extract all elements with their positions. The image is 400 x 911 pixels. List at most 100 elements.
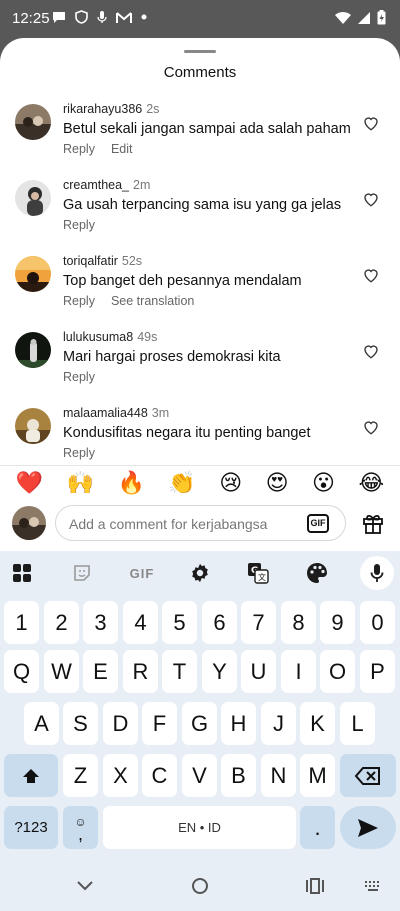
- emoji-comma-key[interactable]: ☺ ,: [63, 806, 98, 849]
- emoji-raised-hands[interactable]: 🙌: [67, 470, 94, 496]
- key-s[interactable]: S: [63, 702, 98, 745]
- key-i[interactable]: I: [281, 650, 316, 693]
- heart-icon[interactable]: [362, 418, 380, 436]
- key-c[interactable]: C: [142, 754, 177, 797]
- key-z[interactable]: Z: [63, 754, 98, 797]
- key-o[interactable]: O: [320, 650, 355, 693]
- avatar[interactable]: [15, 104, 51, 140]
- keyboard-gif-button[interactable]: GIF: [128, 561, 156, 585]
- translate-icon[interactable]: G文: [246, 561, 270, 585]
- settings-gear-icon[interactable]: [188, 561, 212, 585]
- voice-input-mic-button[interactable]: [360, 556, 394, 590]
- key-2[interactable]: 2: [44, 601, 79, 644]
- status-bar: 12:25: [0, 0, 400, 38]
- see-translation-link[interactable]: See translation: [111, 294, 194, 308]
- status-time: 12:25: [12, 10, 50, 27]
- mic-status-icon: [97, 11, 107, 23]
- key-e[interactable]: E: [83, 650, 118, 693]
- sticker-icon[interactable]: [70, 561, 94, 585]
- apps-grid-icon[interactable]: [10, 561, 34, 585]
- comment-username[interactable]: toriqalfatir 52s: [63, 254, 142, 268]
- backspace-icon: [355, 766, 380, 785]
- key-l[interactable]: L: [340, 702, 375, 745]
- reply-button[interactable]: Reply: [63, 446, 95, 460]
- key-8[interactable]: 8: [281, 601, 316, 644]
- emoji-crying[interactable]: 😢: [219, 470, 242, 496]
- key-n[interactable]: N: [261, 754, 296, 797]
- key-v[interactable]: V: [182, 754, 217, 797]
- comment-username[interactable]: creamthea_ 2m: [63, 178, 150, 192]
- key-0[interactable]: 0: [360, 601, 395, 644]
- key-7[interactable]: 7: [241, 601, 276, 644]
- key-b[interactable]: B: [221, 754, 256, 797]
- key-w[interactable]: W: [44, 650, 79, 693]
- emoji-fire[interactable]: 🔥: [117, 470, 144, 496]
- shift-arrow-icon: [23, 768, 39, 783]
- comment-text: Kondusifitas negara itu penting banget: [63, 425, 311, 441]
- backspace-key[interactable]: [340, 754, 396, 797]
- key-y[interactable]: Y: [202, 650, 237, 693]
- reply-button[interactable]: Reply: [63, 370, 95, 384]
- key-f[interactable]: F: [142, 702, 177, 745]
- key-q[interactable]: Q: [4, 650, 39, 693]
- palette-icon[interactable]: [305, 561, 329, 585]
- key-r[interactable]: R: [123, 650, 158, 693]
- wifi-icon: [335, 11, 351, 24]
- heart-icon[interactable]: [362, 342, 380, 360]
- key-h[interactable]: H: [221, 702, 256, 745]
- key-5[interactable]: 5: [162, 601, 197, 644]
- reply-button[interactable]: Reply: [63, 142, 95, 156]
- space-bar[interactable]: EN • ID: [103, 806, 296, 849]
- emoji-laughing[interactable]: 😂: [358, 470, 384, 496]
- emoji-heart-eyes[interactable]: 😍: [266, 470, 289, 496]
- shift-key[interactable]: [4, 754, 58, 797]
- key-x[interactable]: X: [103, 754, 138, 797]
- avatar[interactable]: [15, 332, 51, 368]
- period-key[interactable]: .: [300, 806, 335, 849]
- emoji-clap[interactable]: 👏: [168, 470, 195, 496]
- key-g[interactable]: G: [182, 702, 217, 745]
- nav-back-chevron-icon[interactable]: [74, 875, 96, 897]
- key-9[interactable]: 9: [320, 601, 355, 644]
- key-p[interactable]: P: [360, 650, 395, 693]
- key-u[interactable]: U: [241, 650, 276, 693]
- gif-button[interactable]: GIF: [307, 514, 329, 533]
- comment-input[interactable]: Add a comment for kerjabangsa GIF: [55, 505, 346, 541]
- key-t[interactable]: T: [162, 650, 197, 693]
- key-1[interactable]: 1: [4, 601, 39, 644]
- key-j[interactable]: J: [261, 702, 296, 745]
- edit-button[interactable]: Edit: [111, 142, 133, 156]
- key-6[interactable]: 6: [202, 601, 237, 644]
- nav-recents-icon[interactable]: [304, 875, 326, 897]
- avatar[interactable]: [15, 180, 51, 216]
- comment-text: Top banget deh pesannya mendalam: [63, 273, 302, 289]
- key-k[interactable]: K: [300, 702, 335, 745]
- emoji-heart[interactable]: ❤️: [16, 470, 43, 496]
- key-a[interactable]: A: [24, 702, 59, 745]
- svg-text:文: 文: [258, 572, 266, 582]
- emoji-surprised[interactable]: 😮: [312, 470, 335, 496]
- reply-button[interactable]: Reply: [63, 218, 95, 232]
- keyboard-switcher-icon[interactable]: [362, 875, 384, 897]
- system-status-icons: [335, 10, 386, 25]
- key-3[interactable]: 3: [83, 601, 118, 644]
- avatar[interactable]: [15, 256, 51, 292]
- drag-handle[interactable]: [184, 50, 216, 53]
- key-m[interactable]: M: [300, 754, 335, 797]
- gift-icon[interactable]: [361, 511, 385, 535]
- reply-button[interactable]: Reply: [63, 294, 95, 308]
- comment-username[interactable]: malaamalia448 3m: [63, 406, 169, 420]
- send-enter-key[interactable]: [340, 806, 396, 849]
- heart-icon[interactable]: [362, 114, 380, 132]
- key-d[interactable]: D: [103, 702, 138, 745]
- signal-icon: [358, 11, 370, 24]
- heart-icon[interactable]: [362, 266, 380, 284]
- comment-username[interactable]: lulukusuma8 49s: [63, 330, 157, 344]
- avatar[interactable]: [15, 408, 51, 444]
- symbols-key[interactable]: ?123: [4, 806, 58, 849]
- heart-icon[interactable]: [362, 190, 380, 208]
- comment-actions: Reply: [63, 446, 95, 460]
- comment-username[interactable]: rikarahayu386 2s: [63, 102, 159, 116]
- nav-home-icon[interactable]: [189, 875, 211, 897]
- key-4[interactable]: 4: [123, 601, 158, 644]
